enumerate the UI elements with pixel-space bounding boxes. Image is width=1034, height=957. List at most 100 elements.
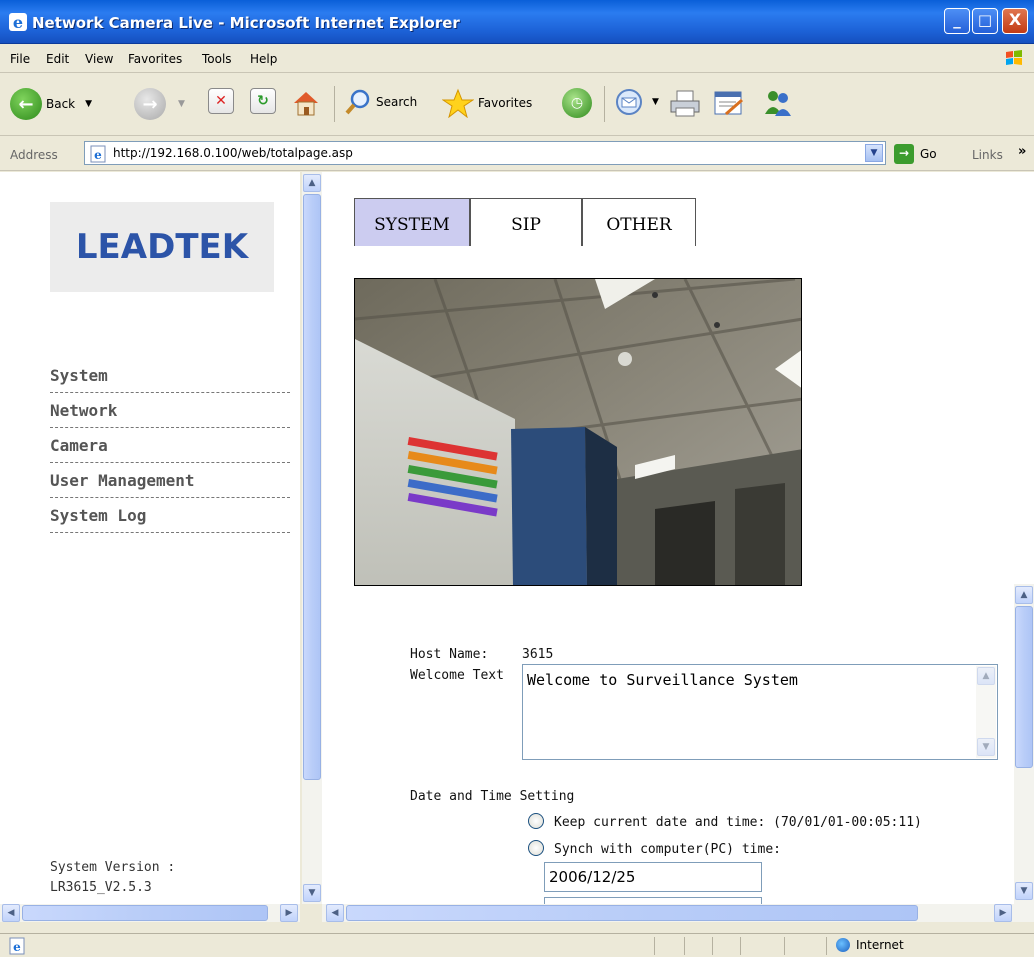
- go-button[interactable]: → Go: [894, 144, 937, 164]
- menu-edit[interactable]: Edit: [46, 52, 69, 66]
- maximize-button[interactable]: □: [972, 8, 998, 34]
- refresh-button[interactable]: ↻: [250, 88, 276, 114]
- favorites-star-icon: [442, 88, 474, 118]
- search-button[interactable]: Search: [344, 88, 417, 116]
- logo-text: LEADTEK: [75, 227, 249, 267]
- system-version: System Version : LR3615_V2.5.3: [50, 858, 175, 898]
- zone-label: Internet: [856, 938, 904, 952]
- welcome-text-input[interactable]: Welcome to Surveillance System: [522, 664, 998, 760]
- toolbar-separator: [604, 86, 605, 122]
- status-divider: [826, 937, 827, 955]
- left-scroll-thumb[interactable]: [303, 194, 321, 780]
- back-dropdown-icon[interactable]: ▼: [85, 99, 92, 109]
- scroll-up-icon[interactable]: ▲: [303, 174, 321, 192]
- forward-dropdown-icon[interactable]: ▼: [178, 99, 185, 109]
- messenger-icon: [765, 91, 791, 116]
- menu-tools[interactable]: Tools: [202, 52, 232, 66]
- windows-logo-icon: [1006, 50, 1022, 65]
- stop-icon: ✕: [208, 88, 234, 114]
- go-label: Go: [920, 147, 937, 161]
- left-horizontal-scrollbar[interactable]: ◀ ▶: [0, 904, 300, 922]
- address-label: Address: [10, 148, 58, 162]
- status-divider: [784, 937, 785, 955]
- menu-file[interactable]: File: [10, 52, 30, 66]
- title-bar: e Network Camera Live - Microsoft Intern…: [0, 0, 1034, 44]
- nav-item-network[interactable]: Network: [50, 393, 290, 428]
- refresh-icon: ↻: [250, 88, 276, 114]
- textarea-scroll-down-icon[interactable]: ▼: [977, 738, 995, 756]
- menu-bar: File Edit View Favorites Tools Help: [0, 45, 1034, 73]
- right-vertical-scrollbar[interactable]: ▲ ▼: [1014, 584, 1034, 904]
- forward-button[interactable]: → ▼: [134, 88, 185, 120]
- window-title: Network Camera Live - Microsoft Internet…: [32, 14, 460, 32]
- sync-pc-label: Synch with computer(PC) time:: [554, 842, 781, 857]
- links-label[interactable]: Links: [972, 148, 1003, 162]
- mail-button[interactable]: ▼: [614, 88, 659, 116]
- stop-button[interactable]: ✕: [208, 88, 234, 114]
- back-arrow-icon: ←: [10, 88, 42, 120]
- left-hscroll-thumb[interactable]: [22, 905, 268, 921]
- side-nav: System Network Camera User Management Sy…: [50, 358, 290, 533]
- history-button[interactable]: ◷: [562, 88, 592, 118]
- menu-help[interactable]: Help: [250, 52, 277, 66]
- textarea-scroll-up-icon[interactable]: ▲: [977, 667, 995, 685]
- address-bar: Address e http://192.168.0.100/web/total…: [0, 137, 1034, 171]
- close-button[interactable]: X: [1002, 8, 1028, 34]
- right-scroll-down-icon[interactable]: ▼: [1015, 882, 1033, 900]
- welcome-text-scrollbar[interactable]: ▲ ▼: [976, 666, 996, 758]
- welcome-text-label: Welcome Text: [410, 668, 504, 683]
- go-arrow-icon: →: [894, 144, 914, 164]
- home-button[interactable]: [290, 88, 322, 118]
- right-scroll-up-icon[interactable]: ▲: [1015, 586, 1033, 604]
- forward-arrow-icon: →: [134, 88, 166, 120]
- scroll-down-icon[interactable]: ▼: [303, 884, 321, 902]
- back-label: Back: [46, 97, 76, 111]
- leadtek-logo: LEADTEK: [50, 202, 274, 292]
- menu-view[interactable]: View: [85, 52, 113, 66]
- nav-item-camera[interactable]: Camera: [50, 428, 290, 463]
- svg-text:e: e: [13, 940, 21, 954]
- print-button[interactable]: [668, 88, 702, 118]
- nav-item-user-management[interactable]: User Management: [50, 463, 290, 498]
- keep-date-label: Keep current date and time: (70/01/01-00…: [554, 815, 922, 830]
- history-icon: ◷: [562, 88, 592, 118]
- right-scroll-left-icon[interactable]: ◀: [326, 904, 344, 922]
- date-input[interactable]: 2006/12/25: [544, 862, 762, 892]
- right-scroll-right-icon[interactable]: ▶: [994, 904, 1012, 922]
- links-chevron-icon[interactable]: »: [1018, 144, 1026, 159]
- favorites-label: Favorites: [478, 96, 533, 110]
- nav-item-system-log[interactable]: System Log: [50, 498, 290, 533]
- address-input[interactable]: e http://192.168.0.100/web/totalpage.asp…: [84, 141, 886, 165]
- right-hscroll-thumb[interactable]: [346, 905, 918, 921]
- favorites-button[interactable]: Favorites: [442, 88, 532, 118]
- sync-pc-radio[interactable]: [528, 840, 544, 856]
- nav-item-system[interactable]: System: [50, 358, 290, 393]
- scroll-left-icon[interactable]: ◀: [2, 904, 20, 922]
- edit-page-icon: [714, 91, 743, 116]
- minimize-button[interactable]: _: [944, 8, 970, 34]
- left-vertical-scrollbar[interactable]: ▲ ▼: [302, 172, 322, 904]
- ie-icon: e: [9, 13, 27, 32]
- mail-dropdown-icon[interactable]: ▼: [652, 97, 659, 107]
- internet-globe-icon: [836, 938, 850, 952]
- back-button[interactable]: ← Back ▼: [10, 88, 92, 120]
- page-status-icon: e: [9, 937, 25, 955]
- menu-favorites[interactable]: Favorites: [128, 52, 182, 66]
- search-label: Search: [376, 95, 418, 109]
- toolbar: ← Back ▼ → ▼ ✕ ↻ Search Favorites ◷ ▼: [0, 74, 1034, 136]
- right-scroll-thumb[interactable]: [1015, 606, 1033, 768]
- edit-button[interactable]: [712, 88, 746, 118]
- time-input[interactable]: [544, 897, 762, 904]
- status-divider: [740, 937, 741, 955]
- right-horizontal-scrollbar[interactable]: ◀ ▶: [322, 904, 1034, 922]
- left-frame: LEADTEK System Network Camera User Manag…: [0, 172, 300, 904]
- messenger-button[interactable]: [762, 88, 794, 118]
- address-url: http://192.168.0.100/web/totalpage.asp: [113, 146, 353, 160]
- address-dropdown-icon[interactable]: ▼: [865, 144, 883, 162]
- status-divider: [654, 937, 655, 955]
- version-label: System Version :: [50, 860, 176, 875]
- scroll-right-icon[interactable]: ▶: [280, 904, 298, 922]
- keep-date-radio[interactable]: [528, 813, 544, 829]
- security-zone: Internet: [836, 938, 904, 952]
- svg-text:e: e: [13, 13, 23, 32]
